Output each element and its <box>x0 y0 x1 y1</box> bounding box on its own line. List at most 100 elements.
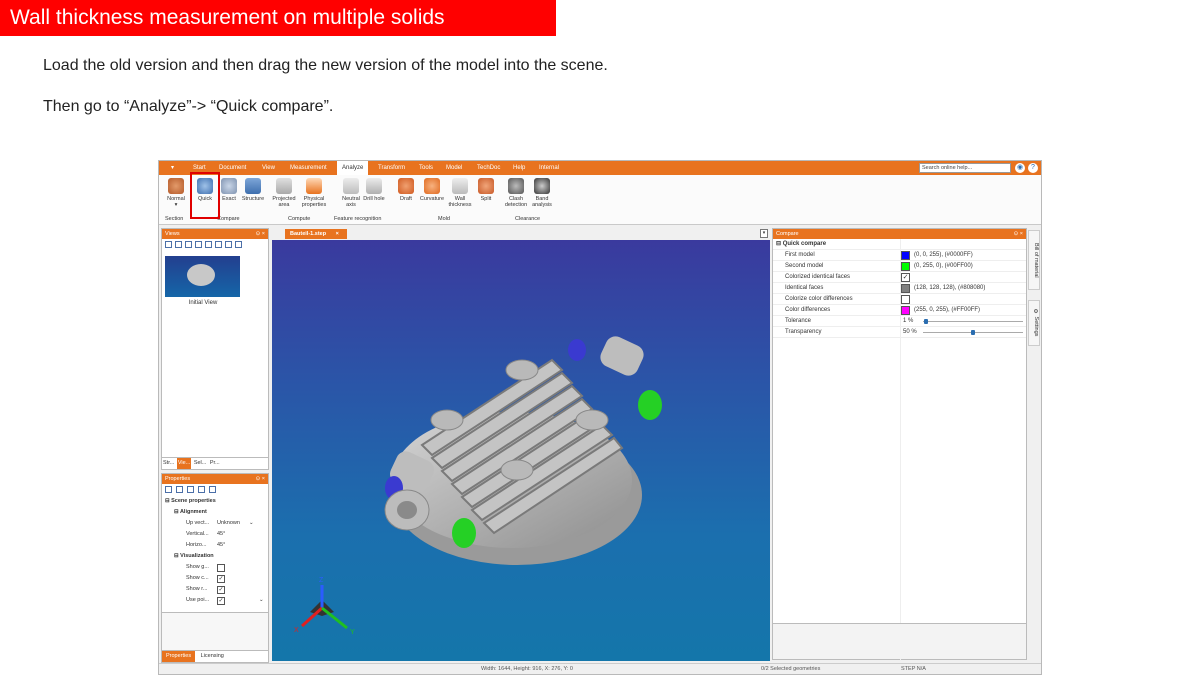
tab-measurement[interactable]: Measurement <box>290 161 327 175</box>
tab-model[interactable]: Model <box>446 161 462 175</box>
use-poi-checkbox[interactable]: ✓ <box>217 597 225 605</box>
physical-properties-button[interactable]: Physical properties <box>300 178 328 214</box>
first-model-color-swatch[interactable] <box>901 251 910 260</box>
projected-area-button[interactable]: Projected area <box>270 178 298 214</box>
wall-thickness-button[interactable]: Wall thickness <box>446 178 474 214</box>
expand-all-icon[interactable] <box>165 486 172 493</box>
export-view-icon[interactable] <box>235 241 242 248</box>
property-row: Up vect... Unknown ⌄ <box>162 518 268 529</box>
tab-properties[interactable]: Properties <box>162 651 196 662</box>
tab-transform[interactable]: Transform <box>378 161 405 175</box>
scene-properties-section[interactable]: ⊟ Scene properties <box>162 496 268 507</box>
curvature-button[interactable]: Curvature <box>418 178 446 214</box>
slider-handle[interactable] <box>924 319 928 324</box>
property-key: First model <box>785 252 815 258</box>
button-label: Physical properties <box>301 196 327 208</box>
show-grid-checkbox[interactable] <box>217 564 225 572</box>
help-icon[interactable]: ? <box>1028 163 1038 173</box>
colorized-identical-faces-checkbox[interactable]: ✓ <box>901 273 910 282</box>
globe-icon[interactable]: ◉ <box>1015 163 1025 173</box>
visualization-group[interactable]: ⊟ Visualization <box>162 551 268 562</box>
property-key: Show r... <box>186 586 208 592</box>
draft-button[interactable]: Draft <box>392 178 420 214</box>
tab-techdoc[interactable]: TechDoc <box>477 161 500 175</box>
sort-icon[interactable] <box>187 486 194 493</box>
close-icon[interactable]: × <box>336 231 339 237</box>
chevron-down-icon[interactable]: ⌄ <box>249 518 254 529</box>
tab-settings[interactable]: ⚙ Settings <box>1028 300 1040 346</box>
ribbon: Normal ▾ Quick Exact Structure Projected … <box>159 175 1041 225</box>
fit-icon[interactable] <box>185 241 192 248</box>
tab-analyze[interactable]: Analyze <box>337 161 369 175</box>
collapse-all-icon[interactable] <box>176 486 183 493</box>
group-clearance: Clearance <box>515 216 541 222</box>
views-panel-header: Views ⊙ × <box>162 229 268 239</box>
transparency-slider[interactable] <box>923 330 1023 335</box>
tab-bill-of-material[interactable]: Bill of material <box>1028 230 1040 290</box>
document-tab[interactable]: Bauteil-1.step × <box>285 229 347 239</box>
filter-icon[interactable] <box>198 486 205 493</box>
properties-panel-tabs: Properties Licensing <box>162 650 268 662</box>
property-value[interactable]: 45° <box>217 540 225 551</box>
quick-compare-highlight <box>190 172 220 219</box>
colorize-color-differences-checkbox[interactable] <box>901 295 910 304</box>
3d-viewport[interactable]: Z X Y <box>272 240 770 661</box>
section-normal-button[interactable]: Normal ▾ <box>162 178 190 214</box>
property-key: Transparency <box>785 329 822 335</box>
slide: Wall thickness measurement on multiple s… <box>0 0 1200 675</box>
tab-tools[interactable]: Tools <box>419 161 433 175</box>
document-tab-label: Bauteil-1.step <box>290 231 327 237</box>
app-menu-dropdown[interactable]: ▾ <box>171 161 174 175</box>
panel-close-icon[interactable]: ⊙ × <box>1014 229 1023 239</box>
tolerance-slider[interactable] <box>923 319 1023 324</box>
drill-hole-button[interactable]: Drill hole <box>360 178 388 214</box>
quick-compare-section[interactable]: ⊟ Quick compare <box>773 239 1026 250</box>
camera-icon[interactable] <box>165 241 172 248</box>
second-model-face <box>452 518 476 548</box>
tab-internal[interactable]: Internal <box>539 161 559 175</box>
tab-view[interactable]: View <box>262 161 275 175</box>
tab-licensing[interactable]: Licensing <box>197 653 228 659</box>
viewport-dropdown[interactable]: ▾ <box>760 229 768 238</box>
update-view-icon[interactable] <box>195 241 202 248</box>
structure-compare-button[interactable]: Structure <box>239 178 267 214</box>
tab-selection[interactable]: Sel... <box>193 458 208 469</box>
show-c-checkbox[interactable]: ✓ <box>217 575 225 583</box>
slider-handle[interactable] <box>971 330 975 335</box>
status-selection: 0/2 Selected geometries <box>761 666 821 672</box>
property-value: 1 % <box>903 318 914 324</box>
panel-close-icon[interactable]: ⊙ × <box>256 474 265 484</box>
alignment-group[interactable]: ⊟ Alignment <box>162 507 268 518</box>
reset-icon[interactable] <box>209 486 216 493</box>
clash-detection-button[interactable]: Clash detection <box>502 178 530 214</box>
tab-profiles[interactable]: Pr... <box>209 458 221 469</box>
tab-help[interactable]: Help <box>513 161 525 175</box>
up-vector-select[interactable]: Unknown <box>217 518 240 529</box>
identical-faces-color-swatch[interactable] <box>901 284 910 293</box>
search-input[interactable]: Search online help... <box>919 163 1011 173</box>
views-panel-title: Views <box>165 231 180 237</box>
delete-view-icon[interactable] <box>225 241 232 248</box>
band-analysis-button[interactable]: Band analysis <box>528 178 556 214</box>
add-view-icon[interactable] <box>175 241 182 248</box>
property-key: Colorize color differences <box>785 296 853 302</box>
tab-structure[interactable]: Str... <box>162 458 175 469</box>
split-button[interactable]: Split <box>472 178 500 214</box>
tab-document[interactable]: Document <box>219 161 246 175</box>
show-r-checkbox[interactable]: ✓ <box>217 586 225 594</box>
previous-view-icon[interactable] <box>205 241 212 248</box>
tab-views[interactable]: Vie... <box>176 458 192 469</box>
property-row: Use poi... ✓ ⌄ <box>162 595 268 606</box>
status-dimensions: Width: 1644, Height: 916, X: 276, Y: 0 <box>481 666 573 672</box>
view-thumbnail[interactable] <box>165 256 240 297</box>
compare-row: Second model (0, 255, 0), (#00FF00) <box>773 261 1026 272</box>
next-view-icon[interactable] <box>215 241 222 248</box>
property-key: Show c... <box>186 575 209 581</box>
boss <box>575 409 609 431</box>
scroll-down-icon[interactable]: ⌄ <box>259 595 264 606</box>
property-value[interactable]: 45° <box>217 529 225 540</box>
color-differences-swatch[interactable] <box>901 306 910 315</box>
panel-close-icon[interactable]: ⊙ × <box>256 229 265 239</box>
second-model-color-swatch[interactable] <box>901 262 910 271</box>
compare-row: First model (0, 0, 255), (#0000FF) <box>773 250 1026 261</box>
